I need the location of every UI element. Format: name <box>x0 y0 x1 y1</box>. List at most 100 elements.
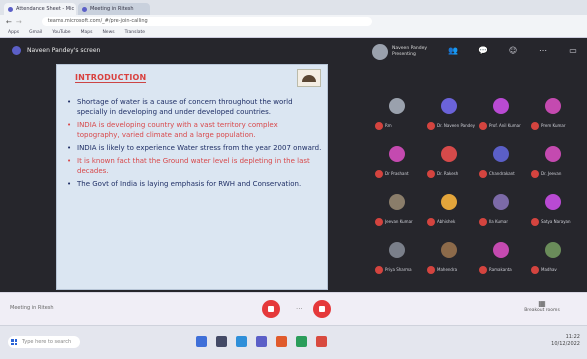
mic-muted-icon <box>531 170 539 178</box>
participant-tile[interactable]: Dr. Rakesh <box>427 138 471 182</box>
browser-tab-title: Meeting in Ritesh <box>90 6 134 12</box>
participant-name: Madhav <box>541 267 557 272</box>
excel-icon[interactable] <box>296 336 307 347</box>
browser-tab-meeting[interactable]: Meeting in Ritesh <box>78 3 150 15</box>
participants-icon[interactable]: 👥 <box>448 46 458 55</box>
mic-muted-icon <box>531 266 539 274</box>
avatar <box>493 242 509 258</box>
bookmark-item[interactable]: Gmail <box>29 30 42 35</box>
participant-tile[interactable]: Mahendra <box>427 234 471 278</box>
bookmark-item[interactable]: Maps <box>81 30 93 35</box>
avatar <box>493 194 509 210</box>
participant-name: Prof. Anil Kumar <box>489 123 521 128</box>
participant-tile[interactable]: Dr. Jeevan <box>531 138 575 182</box>
avatar <box>545 242 561 258</box>
rooms-icon: ▦ <box>538 299 546 308</box>
slide-bullet: Shortage of water is a cause of concern … <box>67 97 322 117</box>
forward-icon[interactable]: → <box>16 18 22 26</box>
participant-tile[interactable]: Ramakanta <box>479 234 523 278</box>
leave-button[interactable] <box>313 300 331 318</box>
powerpoint-icon[interactable] <box>276 336 287 347</box>
chat-icon[interactable]: 💬 <box>478 46 488 55</box>
participant-tile[interactable]: Abhishek <box>427 186 471 230</box>
browser-tab-attendance[interactable]: Attendance Sheet - Mic <box>4 3 76 15</box>
task-view-icon[interactable] <box>196 336 207 347</box>
participant-tile[interactable]: Prof. Anil Kumar <box>479 90 523 134</box>
tab-favicon-icon <box>8 6 13 12</box>
mic-muted-icon <box>427 170 435 178</box>
stop-icon <box>268 306 274 312</box>
avatar <box>389 194 405 210</box>
avatar <box>545 98 561 114</box>
mic-muted-icon <box>375 266 383 274</box>
taskbar-search-placeholder: Type here to search <box>22 339 72 345</box>
avatar <box>441 242 457 258</box>
camera-icon[interactable]: ▭ <box>568 46 578 55</box>
avatar <box>389 146 405 162</box>
slide-bullet: It is known fact that the Ground water l… <box>67 156 322 176</box>
slide-title: INTRODUCTION <box>75 73 147 83</box>
participant-tile[interactable]: Satya Narayan <box>531 186 575 230</box>
clock-date[interactable]: 10/12/2022 <box>508 341 580 348</box>
back-icon[interactable]: ← <box>6 18 12 26</box>
more-options-button[interactable]: ··· <box>296 305 303 313</box>
teams-icon[interactable] <box>256 336 267 347</box>
participant-tile[interactable]: Dr. Naveen Pandey <box>427 90 475 134</box>
participant-tile[interactable]: Prem Kumar <box>531 90 575 134</box>
more-icon[interactable]: ⋯ <box>538 46 548 55</box>
breakout-rooms-button[interactable]: ▦ Breakout rooms <box>522 299 562 313</box>
meeting-title: Naveen Pandey's screen <box>27 46 101 54</box>
participant-name: Prem Kumar <box>541 123 566 128</box>
participant-tile[interactable]: Priya Sharma <box>375 234 419 278</box>
participant-tile[interactable]: Madhav <box>531 234 575 278</box>
slide-image <box>297 69 321 87</box>
meeting-controls: 👥 💬 ☺ ⋯ ▭ 🎙 <box>448 46 587 55</box>
presenter-chip[interactable]: Naveen Pandey Presenting <box>372 44 427 60</box>
avatar <box>389 98 405 114</box>
participant-name: Rm <box>385 123 392 128</box>
clock-time[interactable]: 11:22 <box>508 334 580 341</box>
bookmark-item[interactable]: News <box>102 30 114 35</box>
mic-muted-icon <box>427 266 435 274</box>
mic-muted-icon <box>375 122 383 130</box>
browser-tab-title: Attendance Sheet - Mic <box>16 6 75 12</box>
mic-muted-icon <box>479 122 487 130</box>
screen-share-icon <box>12 45 21 55</box>
participant-tile[interactable]: Dr Prashant <box>375 138 419 182</box>
mic-muted-icon <box>427 122 435 130</box>
participant-name: Jeevan Kumar <box>385 219 413 224</box>
mic-muted-icon <box>479 218 487 226</box>
chrome-icon[interactable] <box>236 336 247 347</box>
reactions-icon[interactable]: ☺ <box>508 46 518 55</box>
participant-gallery: Rm Dr. Naveen Pandey Prof. Anil Kumar Prem … <box>375 90 583 284</box>
participant-name: Dr. Rakesh <box>437 171 459 176</box>
app-icon[interactable] <box>316 336 327 347</box>
participant-tile[interactable]: Rm <box>375 90 419 134</box>
address-bar: ← → teams.microsoft.com/_#/pre-join-call… <box>0 15 587 28</box>
windows-start-icon[interactable] <box>11 339 17 345</box>
bookmark-item[interactable]: Translate <box>125 30 145 35</box>
participant-tile[interactable]: Chandrakant <box>479 138 523 182</box>
tab-favicon-icon <box>82 6 87 12</box>
participant-tile[interactable]: Jeevan Kumar <box>375 186 419 230</box>
url-input[interactable]: teams.microsoft.com/_#/pre-join-calling <box>41 17 372 26</box>
participant-tile[interactable]: Ila Kumar <box>479 186 523 230</box>
bookmarks-bar: Apps Gmail YouTube Maps News Translate <box>0 28 587 38</box>
breakout-rooms-label: Breakout rooms <box>524 308 560 313</box>
participant-name: Chandrakant <box>489 171 515 176</box>
mic-muted-icon <box>531 218 539 226</box>
participant-name: Ila Kumar <box>489 219 508 224</box>
file-explorer-icon[interactable] <box>216 336 227 347</box>
footer-status: Meeting in Ritesh <box>10 305 54 311</box>
stop-presenting-button[interactable] <box>262 300 280 318</box>
bookmark-item[interactable]: Apps <box>8 30 19 35</box>
participant-name: Dr. Jeevan <box>541 171 562 176</box>
participant-name: Satya Narayan <box>541 219 571 224</box>
participant-name: Ramakanta <box>489 267 512 272</box>
participant-name: Abhishek <box>437 219 456 224</box>
avatar <box>389 242 405 258</box>
participant-name: Priya Sharma <box>385 267 412 272</box>
taskbar-search-input[interactable]: Type here to search <box>8 336 80 348</box>
avatar <box>493 98 509 114</box>
bookmark-item[interactable]: YouTube <box>52 30 70 35</box>
